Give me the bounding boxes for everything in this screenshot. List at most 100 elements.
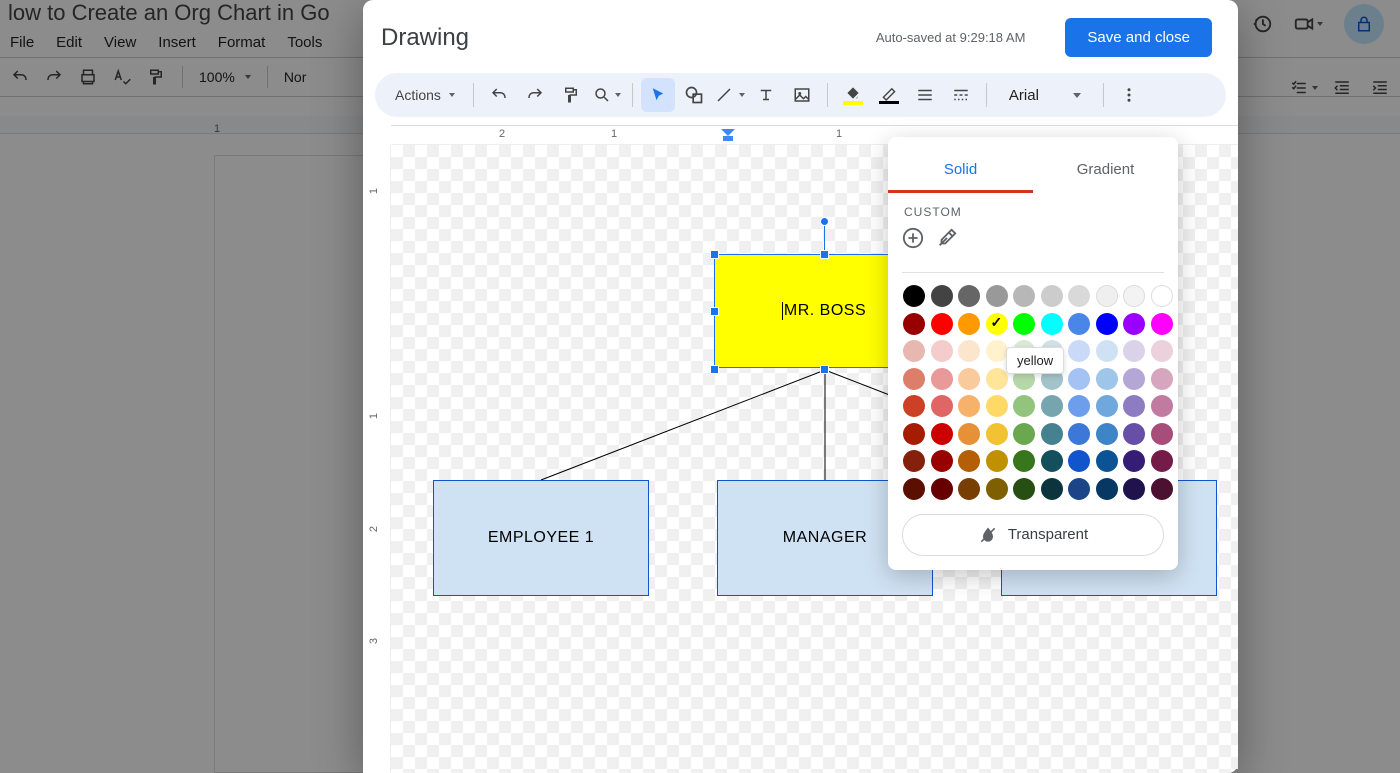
color-swatch[interactable] bbox=[1151, 368, 1173, 390]
line-tool[interactable] bbox=[713, 78, 747, 112]
color-swatch[interactable] bbox=[931, 285, 953, 307]
resize-handle-sw[interactable] bbox=[710, 365, 719, 374]
print-icon[interactable] bbox=[78, 67, 98, 87]
color-swatch[interactable] bbox=[986, 313, 1008, 335]
shape-employee-1[interactable]: EMPLOYEE 1 bbox=[433, 480, 649, 596]
zoom-select[interactable]: 100% bbox=[199, 69, 251, 85]
color-swatch[interactable] bbox=[1151, 285, 1173, 307]
color-swatch[interactable] bbox=[931, 340, 953, 362]
color-swatch[interactable] bbox=[1041, 450, 1063, 472]
color-swatch[interactable] bbox=[1041, 395, 1063, 417]
color-swatch[interactable] bbox=[1151, 395, 1173, 417]
color-swatch[interactable] bbox=[1151, 340, 1173, 362]
color-swatch[interactable] bbox=[931, 395, 953, 417]
menu-view[interactable]: View bbox=[104, 34, 136, 51]
style-select[interactable]: Nor bbox=[284, 69, 307, 85]
indent-marker-icon[interactable] bbox=[721, 129, 735, 143]
color-swatch[interactable] bbox=[903, 340, 925, 362]
resize-handle-nw[interactable] bbox=[710, 250, 719, 259]
color-swatch[interactable] bbox=[986, 423, 1008, 445]
color-swatch[interactable] bbox=[903, 423, 925, 445]
redo-button[interactable] bbox=[518, 78, 552, 112]
color-swatch[interactable] bbox=[1123, 285, 1145, 307]
paint-format-button[interactable] bbox=[554, 78, 588, 112]
color-swatch[interactable] bbox=[1151, 450, 1173, 472]
color-swatch[interactable] bbox=[903, 395, 925, 417]
zoom-button[interactable] bbox=[590, 78, 624, 112]
color-swatch[interactable] bbox=[1013, 450, 1035, 472]
tab-solid[interactable]: Solid bbox=[888, 151, 1033, 193]
color-swatch[interactable] bbox=[1068, 395, 1090, 417]
color-swatch[interactable] bbox=[986, 340, 1008, 362]
color-swatch[interactable] bbox=[1123, 313, 1145, 335]
actions-menu[interactable]: Actions bbox=[385, 78, 465, 112]
select-tool[interactable] bbox=[641, 78, 675, 112]
color-swatch[interactable] bbox=[1096, 395, 1118, 417]
color-swatch[interactable] bbox=[1068, 423, 1090, 445]
color-swatch[interactable] bbox=[1013, 285, 1035, 307]
color-swatch[interactable] bbox=[958, 450, 980, 472]
color-swatch[interactable] bbox=[1013, 423, 1035, 445]
color-swatch[interactable] bbox=[931, 478, 953, 500]
color-swatch[interactable] bbox=[903, 368, 925, 390]
color-swatch[interactable] bbox=[958, 340, 980, 362]
resize-handle-w[interactable] bbox=[710, 307, 719, 316]
resize-handle-n[interactable] bbox=[820, 250, 829, 259]
color-swatch[interactable] bbox=[1096, 340, 1118, 362]
color-swatch[interactable] bbox=[1068, 285, 1090, 307]
color-swatch[interactable] bbox=[1151, 478, 1173, 500]
color-swatch[interactable] bbox=[958, 423, 980, 445]
border-weight-button[interactable] bbox=[908, 78, 942, 112]
color-swatch[interactable] bbox=[931, 423, 953, 445]
menu-format[interactable]: Format bbox=[218, 34, 266, 51]
color-swatch[interactable] bbox=[958, 395, 980, 417]
color-swatch[interactable] bbox=[986, 450, 1008, 472]
color-swatch[interactable] bbox=[903, 450, 925, 472]
color-swatch[interactable] bbox=[958, 478, 980, 500]
color-swatch[interactable] bbox=[1123, 423, 1145, 445]
resize-handle-s[interactable] bbox=[820, 365, 829, 374]
color-swatch[interactable] bbox=[1096, 313, 1118, 335]
color-swatch[interactable] bbox=[1068, 368, 1090, 390]
paint-format-icon[interactable] bbox=[146, 67, 166, 87]
color-swatch[interactable] bbox=[1013, 313, 1035, 335]
color-swatch[interactable] bbox=[986, 395, 1008, 417]
color-swatch[interactable] bbox=[1041, 313, 1063, 335]
color-swatch[interactable] bbox=[1096, 423, 1118, 445]
color-swatch[interactable] bbox=[958, 313, 980, 335]
shape-tool[interactable] bbox=[677, 78, 711, 112]
color-swatch[interactable] bbox=[1068, 450, 1090, 472]
menu-edit[interactable]: Edit bbox=[56, 34, 82, 51]
video-icon[interactable] bbox=[1298, 14, 1318, 34]
color-swatch[interactable] bbox=[1096, 450, 1118, 472]
indent-decrease-icon[interactable] bbox=[1332, 78, 1352, 98]
color-swatch[interactable] bbox=[986, 478, 1008, 500]
color-swatch[interactable] bbox=[1068, 313, 1090, 335]
color-swatch[interactable] bbox=[1123, 450, 1145, 472]
color-swatch[interactable] bbox=[1123, 478, 1145, 500]
save-and-close-button[interactable]: Save and close bbox=[1065, 18, 1212, 57]
color-swatch[interactable] bbox=[986, 285, 1008, 307]
add-custom-color-button[interactable] bbox=[902, 227, 924, 254]
color-swatch[interactable] bbox=[1123, 395, 1145, 417]
color-swatch[interactable] bbox=[931, 450, 953, 472]
color-swatch[interactable] bbox=[1151, 423, 1173, 445]
color-swatch[interactable] bbox=[931, 313, 953, 335]
share-button[interactable] bbox=[1344, 4, 1384, 44]
menu-file[interactable]: File bbox=[10, 34, 34, 51]
font-select[interactable]: Arial bbox=[995, 87, 1095, 104]
drawing-canvas[interactable]: MR. BOSS EMPLOYEE 1 MANAGER EMPLOYEE 2 S… bbox=[391, 145, 1238, 773]
color-swatch[interactable] bbox=[1068, 478, 1090, 500]
transparent-button[interactable]: Transparent bbox=[902, 514, 1164, 556]
color-swatch[interactable] bbox=[1096, 368, 1118, 390]
color-swatch[interactable] bbox=[1096, 478, 1118, 500]
color-swatch[interactable] bbox=[1123, 368, 1145, 390]
undo-button[interactable] bbox=[482, 78, 516, 112]
more-options-button[interactable] bbox=[1112, 78, 1146, 112]
image-tool[interactable] bbox=[785, 78, 819, 112]
menu-insert[interactable]: Insert bbox=[158, 34, 196, 51]
eyedropper-button[interactable] bbox=[936, 227, 958, 254]
menu-tools[interactable]: Tools bbox=[287, 34, 322, 51]
color-swatch[interactable] bbox=[931, 368, 953, 390]
rotate-handle[interactable] bbox=[820, 217, 829, 226]
